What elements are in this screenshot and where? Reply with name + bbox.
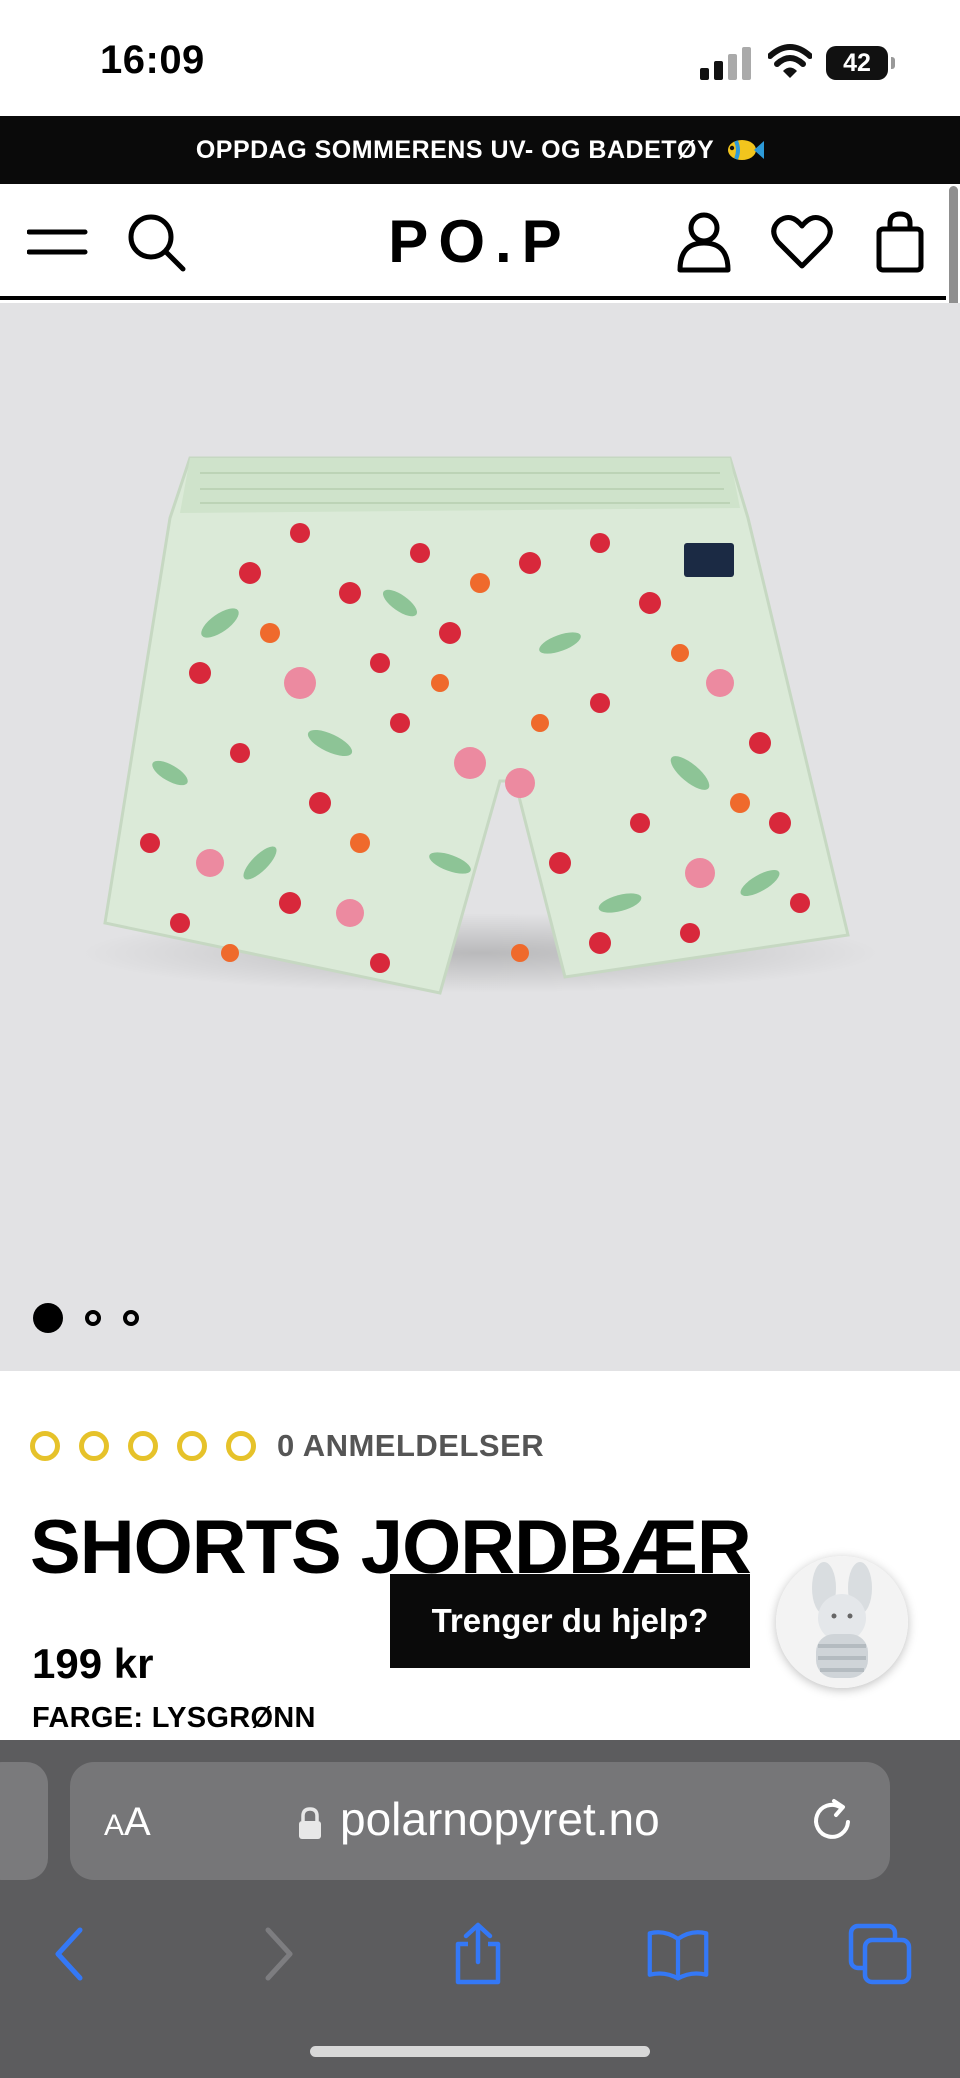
home-indicator[interactable] <box>310 2046 650 2057</box>
shopping-bag-icon[interactable] <box>868 210 932 274</box>
menu-icon[interactable] <box>26 210 90 274</box>
browser-nav-row <box>0 1906 960 2006</box>
tabs-icon[interactable] <box>848 1922 912 1986</box>
cellular-signal-icon <box>700 46 752 80</box>
text-size-label: AA <box>104 1800 151 1844</box>
site-logo[interactable]: PO.P <box>380 210 580 274</box>
back-icon[interactable] <box>38 1922 102 1986</box>
gallery-dot-1[interactable] <box>33 1303 63 1333</box>
site-header: PO.P <box>0 184 946 300</box>
promo-text: OPPDAG SOMMERENS UV- OG BADETØY <box>195 135 715 164</box>
product-price: 199 kr <box>32 1640 154 1687</box>
reload-icon[interactable] <box>810 1798 856 1844</box>
browser-toolbar: AA polarnopyret.no <box>0 1740 960 2078</box>
status-bar: 16:09 42 <box>0 0 960 116</box>
promo-banner[interactable]: OPPDAG SOMMERENS UV- OG BADETØY <box>0 116 960 184</box>
bookmarks-icon[interactable] <box>646 1922 710 1986</box>
rating-star-icon <box>177 1431 207 1461</box>
address-bar[interactable]: AA polarnopyret.no <box>70 1762 890 1880</box>
previous-tab-preview[interactable] <box>0 1762 48 1880</box>
forward-icon[interactable] <box>246 1922 310 1986</box>
plush-bunny-avatar[interactable] <box>776 1556 908 1688</box>
help-chat-bubble[interactable]: Trenger du hjelp? <box>390 1574 750 1668</box>
rating-star-icon <box>128 1431 158 1461</box>
product-image-gallery[interactable] <box>0 303 960 1371</box>
rating-star-icon <box>226 1431 256 1461</box>
product-color: FARGE: LYSGRØNN <box>32 1702 316 1734</box>
search-icon[interactable] <box>124 210 188 274</box>
gallery-dot-3[interactable] <box>123 1310 139 1326</box>
product-rating[interactable]: 0 ANMELDELSER <box>30 1428 544 1464</box>
url-text: polarnopyret.no <box>340 1793 660 1845</box>
strawberry-print-shorts-photo <box>80 456 880 995</box>
bunny-icon <box>776 1556 908 1688</box>
share-icon[interactable] <box>446 1922 510 1986</box>
tropical-fish-icon <box>728 140 765 160</box>
battery-indicator: 42 <box>826 46 895 80</box>
heart-icon[interactable] <box>770 210 834 274</box>
account-icon[interactable] <box>672 210 736 274</box>
rating-star-icon <box>30 1431 60 1461</box>
wifi-icon <box>768 44 812 78</box>
text-size-button[interactable]: AA <box>104 1800 151 1845</box>
gallery-pagination <box>33 1303 139 1333</box>
gallery-dot-2[interactable] <box>85 1310 101 1326</box>
reviews-count[interactable]: 0 ANMELDELSER <box>277 1428 544 1464</box>
lock-icon <box>299 1807 321 1839</box>
rating-star-icon <box>79 1431 109 1461</box>
status-time: 16:09 <box>100 38 205 82</box>
